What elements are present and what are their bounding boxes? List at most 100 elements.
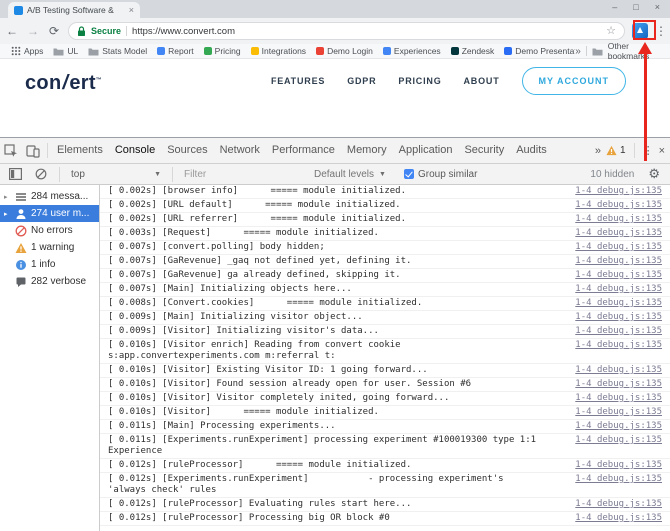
- console-sidebar-toggle-icon[interactable]: [4, 164, 26, 184]
- convert-logo[interactable]: con/ert™: [25, 72, 102, 95]
- devtools-tab-console[interactable]: Console: [109, 138, 161, 163]
- devtools-tab-security[interactable]: Security: [458, 138, 510, 163]
- console-message-row: [ 0.009s] [Main] Initializing visitor ob…: [100, 311, 670, 325]
- source-link[interactable]: 1-4_debug.js:135: [575, 186, 662, 197]
- bookmark-item[interactable]: Report: [152, 44, 199, 58]
- devtools-tab-memory[interactable]: Memory: [341, 138, 393, 163]
- bookmark-favicon: [504, 47, 512, 55]
- devtools-close-icon[interactable]: ×: [659, 145, 665, 157]
- back-icon[interactable]: ←: [5, 25, 19, 37]
- toolbar-separator: [634, 143, 635, 158]
- address-divider: [126, 26, 127, 36]
- window-close-button[interactable]: ×: [655, 2, 660, 12]
- clear-console-icon[interactable]: [30, 164, 52, 184]
- url-text[interactable]: https://www.convert.com: [132, 26, 601, 37]
- tab-close-icon[interactable]: ×: [129, 5, 134, 15]
- bookmark-item[interactable]: Stats Model: [83, 44, 152, 58]
- bookmark-item[interactable]: Experiences: [378, 44, 446, 58]
- nav-link-gdpr[interactable]: GDPR: [347, 76, 376, 86]
- console-sidebar-item[interactable]: 1 info: [0, 256, 99, 273]
- source-link[interactable]: 1-4_debug.js:135: [575, 256, 662, 267]
- bookmark-item[interactable]: Demo Login: [311, 44, 378, 58]
- log-levels-dropdown[interactable]: Default levels ▼: [314, 169, 386, 180]
- browser-menu-icon[interactable]: ⋮: [655, 24, 665, 38]
- source-link[interactable]: 1-4_debug.js:135: [575, 474, 662, 485]
- folder-icon: [592, 47, 603, 56]
- device-toolbar-icon[interactable]: [22, 141, 44, 161]
- console-message-text: [ 0.002s] [URL referrer] ===== module in…: [108, 214, 567, 225]
- devtools-tab-network[interactable]: Network: [214, 138, 266, 163]
- devtools-tab-sources[interactable]: Sources: [161, 138, 213, 163]
- source-link[interactable]: 1-4_debug.js:135: [575, 340, 662, 351]
- devtools-tab-elements[interactable]: Elements: [51, 138, 109, 163]
- sidebar-item-label: 274 user m...: [31, 208, 89, 219]
- extension-icon[interactable]: [632, 23, 648, 39]
- source-link[interactable]: 1-4_debug.js:135: [575, 200, 662, 211]
- source-link[interactable]: 1-4_debug.js:135: [575, 298, 662, 309]
- maximize-button[interactable]: □: [633, 2, 638, 12]
- source-link[interactable]: 1-4_debug.js:135: [575, 513, 662, 524]
- browser-tab[interactable]: A/B Testing Software & ×: [8, 2, 140, 18]
- gear-icon[interactable]: ⚙: [648, 166, 660, 182]
- context-selector-dropdown[interactable]: top ▼: [67, 169, 165, 180]
- console-sidebar-item[interactable]: 1 warning: [0, 239, 99, 256]
- devtools-tab-application[interactable]: Application: [393, 138, 459, 163]
- console-sidebar-item[interactable]: No errors: [0, 222, 99, 239]
- source-link[interactable]: 1-4_debug.js:135: [575, 460, 662, 471]
- source-link[interactable]: 1-4_debug.js:135: [575, 379, 662, 390]
- tabs-overflow-icon[interactable]: »: [595, 145, 601, 157]
- bookmark-label: Demo Login: [327, 46, 373, 56]
- group-similar-checkbox[interactable]: [404, 169, 414, 179]
- bookmarks-overflow-icon[interactable]: »: [575, 46, 581, 57]
- source-link[interactable]: 1-4_debug.js:135: [575, 365, 662, 376]
- console-sidebar-item[interactable]: ▸284 messa...: [0, 188, 99, 205]
- toolbar-separator: [172, 167, 173, 182]
- bookmark-star-icon[interactable]: ☆: [606, 26, 616, 37]
- source-link[interactable]: 1-4_debug.js:135: [575, 270, 662, 281]
- filter-input[interactable]: [180, 169, 302, 180]
- console-message-row: [ 0.007s] [Main] Initializing objects he…: [100, 283, 670, 297]
- console-message-text: [ 0.010s] [Visitor enrich] Reading from …: [108, 340, 567, 362]
- source-link[interactable]: 1-4_debug.js:135: [575, 393, 662, 404]
- bookmark-item[interactable]: Pricing: [199, 44, 246, 58]
- address-bar[interactable]: Secure https://www.convert.com ☆: [68, 22, 625, 40]
- forward-icon[interactable]: →: [26, 25, 40, 37]
- my-account-button[interactable]: MY ACCOUNT: [522, 67, 627, 95]
- console-sidebar-item[interactable]: 282 verbose: [0, 273, 99, 290]
- bookmark-item[interactable]: Zendesk: [446, 44, 500, 58]
- inspect-element-icon[interactable]: [0, 141, 22, 161]
- bookmark-favicon: [157, 47, 165, 55]
- source-link[interactable]: 1-4_debug.js:135: [575, 284, 662, 295]
- bookmark-item[interactable]: Integrations: [246, 44, 311, 58]
- reload-icon[interactable]: ⟳: [47, 25, 61, 37]
- minimize-button[interactable]: –: [612, 2, 617, 12]
- source-link[interactable]: 1-4_debug.js:135: [575, 407, 662, 418]
- devtools-menu-icon[interactable]: ⋮: [643, 144, 654, 157]
- log-levels-label: Default levels: [314, 169, 374, 180]
- warning-badge[interactable]: 1: [606, 145, 626, 156]
- other-bookmarks-label[interactable]: Other bookmarks: [608, 41, 664, 61]
- devtools-tab-audits[interactable]: Audits: [510, 138, 553, 163]
- bookmark-label: UL: [67, 46, 78, 56]
- console-message-row: [ 0.012s] [ruleProcessor] Evaluating rul…: [100, 498, 670, 512]
- source-link[interactable]: 1-4_debug.js:135: [575, 326, 662, 337]
- source-link[interactable]: 1-4_debug.js:135: [575, 435, 662, 446]
- source-link[interactable]: 1-4_debug.js:135: [575, 242, 662, 253]
- bookmark-item[interactable]: Demo Presentation: [499, 44, 575, 58]
- source-link[interactable]: 1-4_debug.js:135: [575, 228, 662, 239]
- nav-link-about[interactable]: ABOUT: [464, 76, 500, 86]
- console-message-text: [ 0.012s] [Experiments.runExperiment] - …: [108, 474, 567, 496]
- console-main: ▸284 messa...▸274 user m...No errors1 wa…: [0, 185, 670, 531]
- source-link[interactable]: 1-4_debug.js:135: [575, 421, 662, 432]
- devtools-tab-performance[interactable]: Performance: [266, 138, 341, 163]
- bookmark-item[interactable]: UL: [48, 44, 83, 58]
- source-link[interactable]: 1-4_debug.js:135: [575, 214, 662, 225]
- nav-link-features[interactable]: FEATURES: [271, 76, 325, 86]
- console-message-row: [ 0.012s] [ruleProcessor] ===== module i…: [100, 459, 670, 473]
- source-link[interactable]: 1-4_debug.js:135: [575, 312, 662, 323]
- source-link[interactable]: 1-4_debug.js:135: [575, 499, 662, 510]
- nav-link-pricing[interactable]: PRICING: [398, 76, 441, 86]
- toolbar-separator: [59, 167, 60, 182]
- console-sidebar-item[interactable]: ▸274 user m...: [0, 205, 99, 222]
- bookmark-item[interactable]: Apps: [6, 44, 48, 58]
